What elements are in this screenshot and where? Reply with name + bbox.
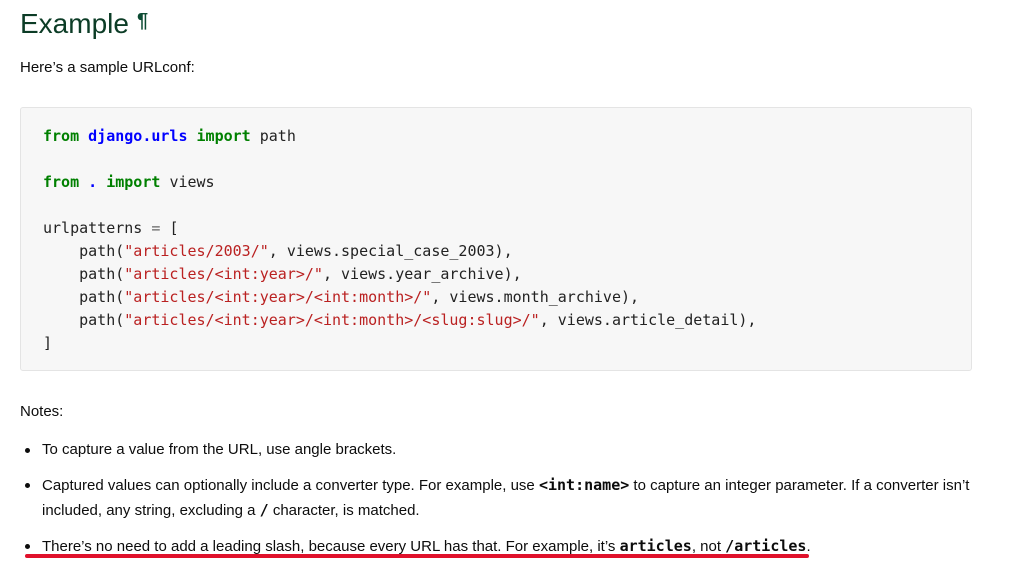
code-call: path( [79, 288, 125, 306]
note-item: To capture a value from the URL, use ang… [20, 438, 980, 462]
note-text: . [806, 538, 811, 555]
bullet-icon [25, 544, 30, 549]
intro-paragraph: Here’s a sample URLconf: [20, 59, 195, 76]
code-operator: = [151, 219, 161, 237]
note-text: character, is matched. [268, 502, 420, 519]
code-keyword: from [43, 127, 80, 145]
permalink-anchor[interactable]: ¶ [137, 10, 148, 32]
notes-label: Notes: [20, 403, 64, 420]
code-call: path( [79, 242, 125, 260]
inline-code: articles [619, 537, 692, 555]
code-string: "articles/<int:year>/<int:month>/" [124, 288, 432, 306]
inline-code: <int:name> [538, 476, 630, 494]
code-call: path( [79, 311, 125, 329]
code-module: django.urls [88, 127, 188, 145]
code-name: views [169, 173, 215, 191]
note-text: , not [691, 538, 726, 555]
note-text: There’s no need to add a leading slash, … [42, 538, 620, 555]
code-variable: urlpatterns [43, 219, 143, 237]
code-block: from django.urls import path from . impo… [20, 107, 972, 371]
code-bracket: ] [43, 334, 53, 352]
code-args: , views.special_case_2003), [268, 242, 513, 260]
code-args: , views.year_archive), [322, 265, 522, 283]
code-listing: from django.urls import path from . impo… [43, 125, 756, 355]
code-args: , views.month_archive), [431, 288, 640, 306]
section-title: Example [20, 8, 129, 39]
code-name: path [259, 127, 296, 145]
code-args: , views.article_detail), [539, 311, 757, 329]
highlight-underline [25, 554, 809, 558]
bullet-icon [25, 483, 30, 488]
section-heading: Example ¶ [20, 6, 148, 45]
code-string: "articles/<int:year>/<int:month>/<slug:s… [124, 311, 540, 329]
code-string: "articles/<int:year>/" [124, 265, 323, 283]
notes-list: To capture a value from the URL, use ang… [20, 438, 980, 559]
code-keyword: from [43, 173, 80, 191]
code-keyword: import [196, 127, 251, 145]
inline-code: / [259, 501, 269, 519]
bullet-icon [25, 448, 30, 453]
code-call: path( [79, 265, 125, 283]
inline-code: /articles [725, 537, 807, 555]
note-item: Captured values can optionally include a… [20, 473, 980, 523]
code-bracket: [ [169, 219, 179, 237]
note-text: To capture a value from the URL, use ang… [42, 441, 397, 458]
code-string: "articles/2003/" [124, 242, 269, 260]
code-module: . [88, 173, 98, 191]
note-text: Captured values can optionally include a… [42, 477, 539, 494]
code-keyword: import [106, 173, 161, 191]
